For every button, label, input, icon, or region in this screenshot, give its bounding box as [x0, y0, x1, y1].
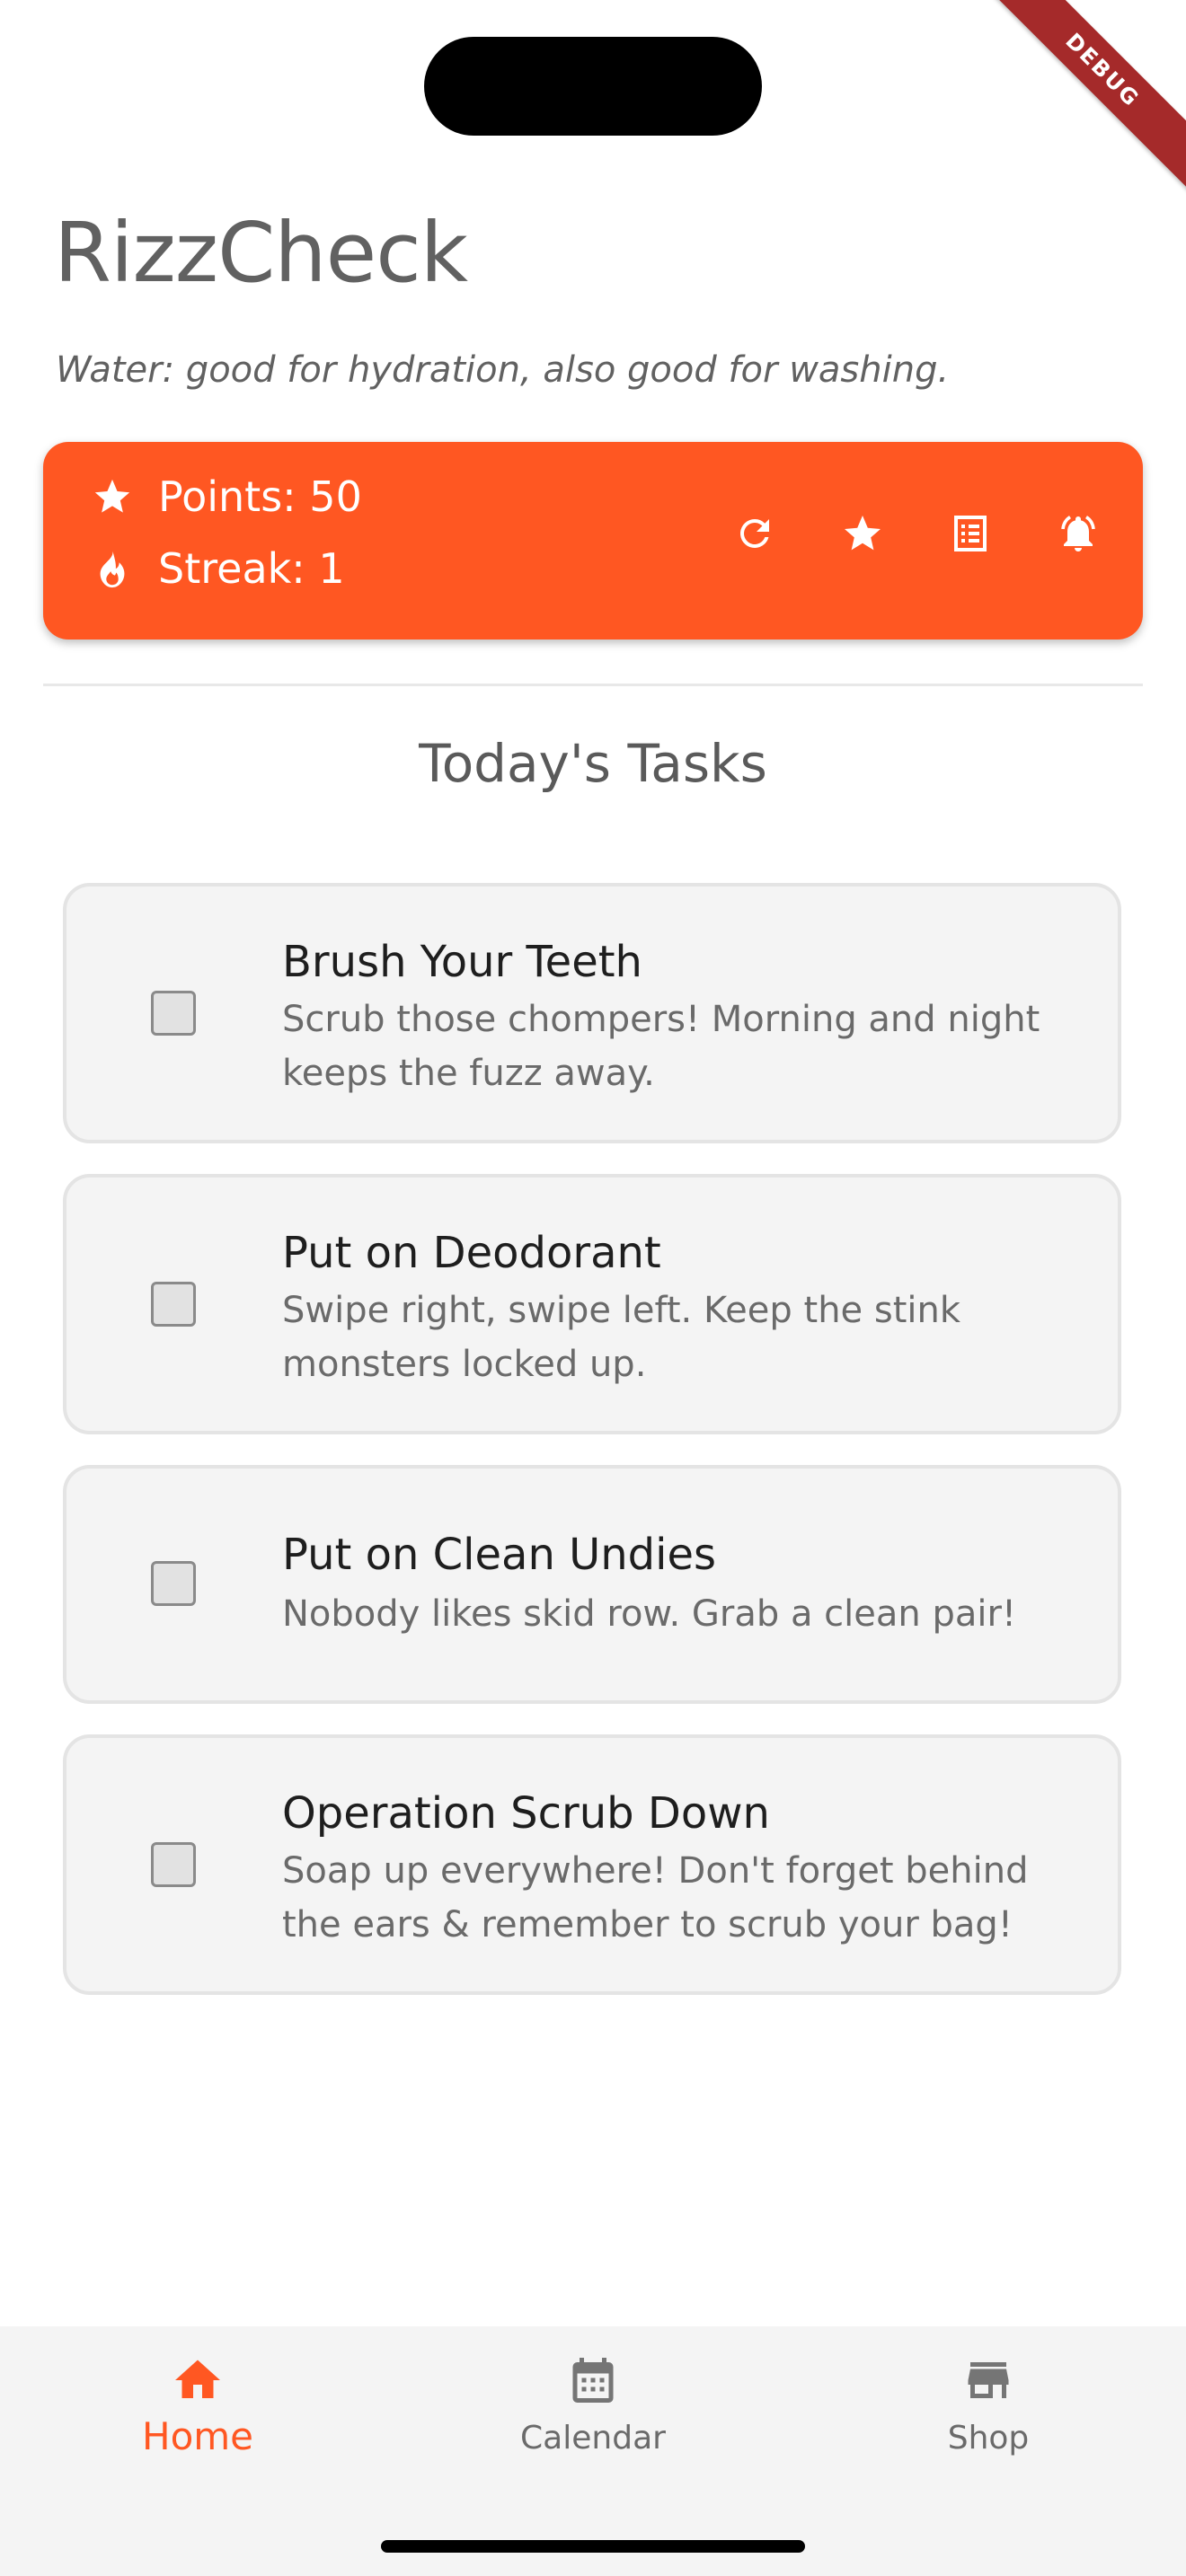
nav-label-shop: Shop [947, 2420, 1030, 2457]
task-checkbox[interactable] [151, 1561, 196, 1606]
task-checkbox[interactable] [151, 1282, 196, 1327]
store-icon [968, 2362, 1009, 2398]
star-icon [94, 479, 130, 513]
star-icon[interactable] [841, 512, 884, 555]
dynamic-island [424, 37, 762, 136]
calendar-icon [572, 2358, 614, 2403]
task-checkbox[interactable] [151, 1842, 196, 1887]
streak-label: Streak: 1 [158, 544, 345, 593]
nav-item-calendar[interactable]: Calendar [395, 2326, 791, 2506]
bottom-nav: Home Calendar Shop [0, 2326, 1186, 2576]
task-title: Put on Clean Undies [282, 1530, 717, 1580]
fire-icon [100, 549, 125, 588]
task-title: Operation Scrub Down [282, 1788, 770, 1839]
task-title: Put on Deodorant [282, 1228, 661, 1278]
debug-banner: DEBUG [980, 0, 1186, 192]
refresh-icon[interactable] [733, 512, 776, 555]
task-card[interactable]: Brush Your Teeth Scrub those chompers! M… [63, 883, 1121, 1143]
nav-item-home[interactable]: Home [0, 2326, 395, 2506]
task-description: Nobody likes skid row. Grab a clean pair… [282, 1593, 1016, 1635]
task-description: Scrub those chompers! Morning and night … [282, 999, 1040, 1094]
nav-label-calendar: Calendar [520, 2420, 666, 2457]
home-icon [175, 2360, 220, 2398]
alarm-icon[interactable] [1057, 512, 1100, 555]
task-title: Brush Your Teeth [282, 937, 642, 987]
points-label: Points: 50 [158, 472, 362, 521]
nav-item-shop[interactable]: Shop [791, 2326, 1186, 2506]
home-indicator[interactable] [381, 2540, 805, 2553]
divider [43, 684, 1143, 686]
task-checkbox[interactable] [151, 991, 196, 1036]
list-icon[interactable] [949, 512, 992, 555]
task-card[interactable]: Operation Scrub Down Soap up everywhere!… [63, 1734, 1121, 1995]
points-stat: Points: 50 [92, 472, 362, 521]
streak-stat: Streak: 1 [92, 544, 345, 593]
task-description: Soap up everywhere! Don't forget behind … [282, 1850, 1029, 1945]
banner-actions [733, 512, 1100, 555]
task-card[interactable]: Put on Clean Undies Nobody likes skid ro… [63, 1465, 1121, 1704]
app-title: RizzCheck [54, 205, 468, 301]
app-subtitle: Water: good for hydration, also good for… [56, 349, 950, 391]
section-heading: Today's Tasks [419, 733, 767, 794]
nav-label-home: Home [141, 2414, 254, 2458]
stats-banner: Points: 50 Streak: 1 [43, 442, 1143, 640]
task-description: Swipe right, swipe left. Keep the stink … [282, 1290, 961, 1385]
task-card[interactable]: Put on Deodorant Swipe right, swipe left… [63, 1174, 1121, 1434]
